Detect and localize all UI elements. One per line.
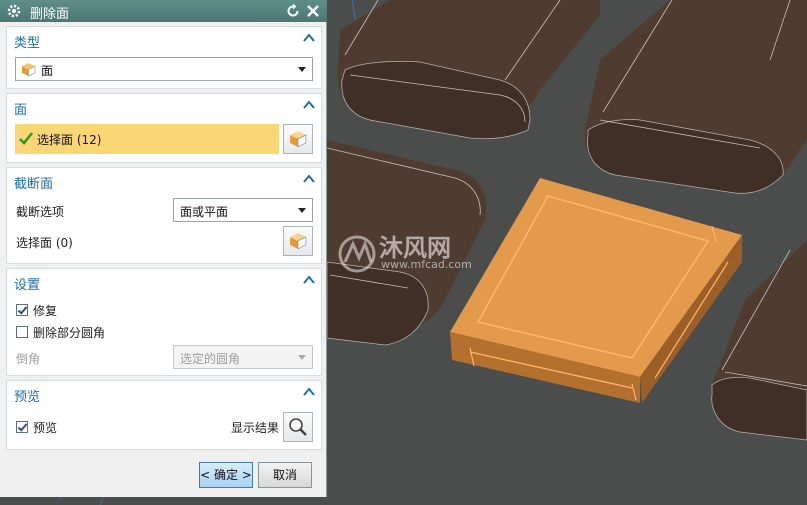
section-cutoff-title: 截断面 bbox=[14, 177, 54, 192]
repair-label: 修复 bbox=[33, 304, 58, 318]
cutoff-select-face-button[interactable] bbox=[283, 226, 313, 256]
chevron-up-icon[interactable] bbox=[303, 174, 315, 184]
chevron-up-icon[interactable] bbox=[303, 33, 315, 43]
section-cutoff-header[interactable]: 截断面 bbox=[7, 168, 321, 192]
show-result-button[interactable] bbox=[283, 412, 313, 442]
select-face-label: 选择面 (12) bbox=[37, 133, 102, 147]
section-face-header[interactable]: 面 bbox=[7, 94, 321, 118]
section-settings-title: 设置 bbox=[14, 278, 41, 293]
chamfer-value: 选定的圆角 bbox=[180, 352, 241, 366]
section-type-header[interactable]: 类型 bbox=[7, 27, 321, 51]
dropdown-arrow-icon bbox=[298, 67, 306, 72]
section-settings-header[interactable]: 设置 bbox=[7, 269, 321, 293]
watermark-icon bbox=[338, 235, 376, 273]
watermark-url: www.mfcad.com bbox=[381, 258, 472, 271]
check-mark-icon bbox=[19, 132, 33, 145]
watermark-logo: 沐风网 www.mfcad.com bbox=[335, 228, 495, 278]
ok-button[interactable]: < 确定 > bbox=[199, 462, 253, 488]
section-preview: 预览 预览 显示结果 bbox=[6, 380, 322, 450]
chamfer-label: 倒角 bbox=[16, 352, 41, 366]
face-cube-icon bbox=[21, 62, 36, 77]
chevron-up-icon[interactable] bbox=[303, 387, 315, 397]
section-type-title: 类型 bbox=[14, 36, 41, 51]
section-face: 面 选择面 (12) bbox=[6, 93, 322, 163]
show-result-label: 显示结果 bbox=[231, 421, 280, 435]
type-dropdown[interactable]: 面 bbox=[15, 57, 313, 81]
preview-checkbox[interactable] bbox=[16, 421, 28, 433]
close-icon[interactable] bbox=[305, 3, 321, 19]
cube-icon bbox=[290, 131, 307, 148]
reset-icon[interactable] bbox=[285, 3, 301, 19]
cancel-button[interactable]: 取消 bbox=[258, 462, 312, 488]
chevron-up-icon[interactable] bbox=[303, 275, 315, 285]
section-preview-header[interactable]: 预览 bbox=[7, 381, 321, 405]
dialog-title: 删除面 bbox=[30, 7, 70, 22]
cutoff-option-value: 面或平面 bbox=[180, 205, 229, 219]
dialog-title-bar[interactable]: 删除面 bbox=[0, 0, 327, 22]
preview-label: 预览 bbox=[33, 421, 58, 435]
cutoff-select-face-label: 选择面 (0) bbox=[16, 236, 73, 250]
cutoff-option-label: 截断选项 bbox=[16, 205, 65, 219]
gear-icon bbox=[7, 4, 21, 18]
dropdown-arrow-icon bbox=[298, 355, 306, 360]
section-settings: 设置 修复 删除部分圆角 倒角 选定的圆角 bbox=[6, 268, 322, 376]
section-face-title: 面 bbox=[14, 103, 28, 118]
section-cutoff: 截断面 截断选项 面或平面 选择面 (0) bbox=[6, 167, 322, 264]
delete-face-dialog: 删除面 类型 面 面 选择面 (12) 截断面 截断选项 面或平面 选择面 (0… bbox=[0, 0, 327, 497]
select-face-button[interactable] bbox=[283, 124, 313, 154]
chamfer-dropdown: 选定的圆角 bbox=[173, 345, 313, 369]
cube-icon bbox=[290, 233, 307, 250]
type-dropdown-value: 面 bbox=[41, 64, 54, 78]
section-type: 类型 面 bbox=[6, 26, 322, 89]
section-preview-title: 预览 bbox=[14, 390, 41, 405]
repair-checkbox[interactable] bbox=[16, 304, 28, 316]
magnifier-icon bbox=[289, 418, 307, 436]
delete-partial-fillet-checkbox[interactable] bbox=[16, 326, 28, 338]
dropdown-arrow-icon bbox=[298, 208, 306, 213]
delete-partial-fillet-label: 删除部分圆角 bbox=[33, 326, 106, 340]
cutoff-option-dropdown[interactable]: 面或平面 bbox=[173, 198, 313, 222]
chevron-up-icon[interactable] bbox=[303, 100, 315, 110]
select-face-row[interactable]: 选择面 (12) bbox=[15, 124, 279, 154]
